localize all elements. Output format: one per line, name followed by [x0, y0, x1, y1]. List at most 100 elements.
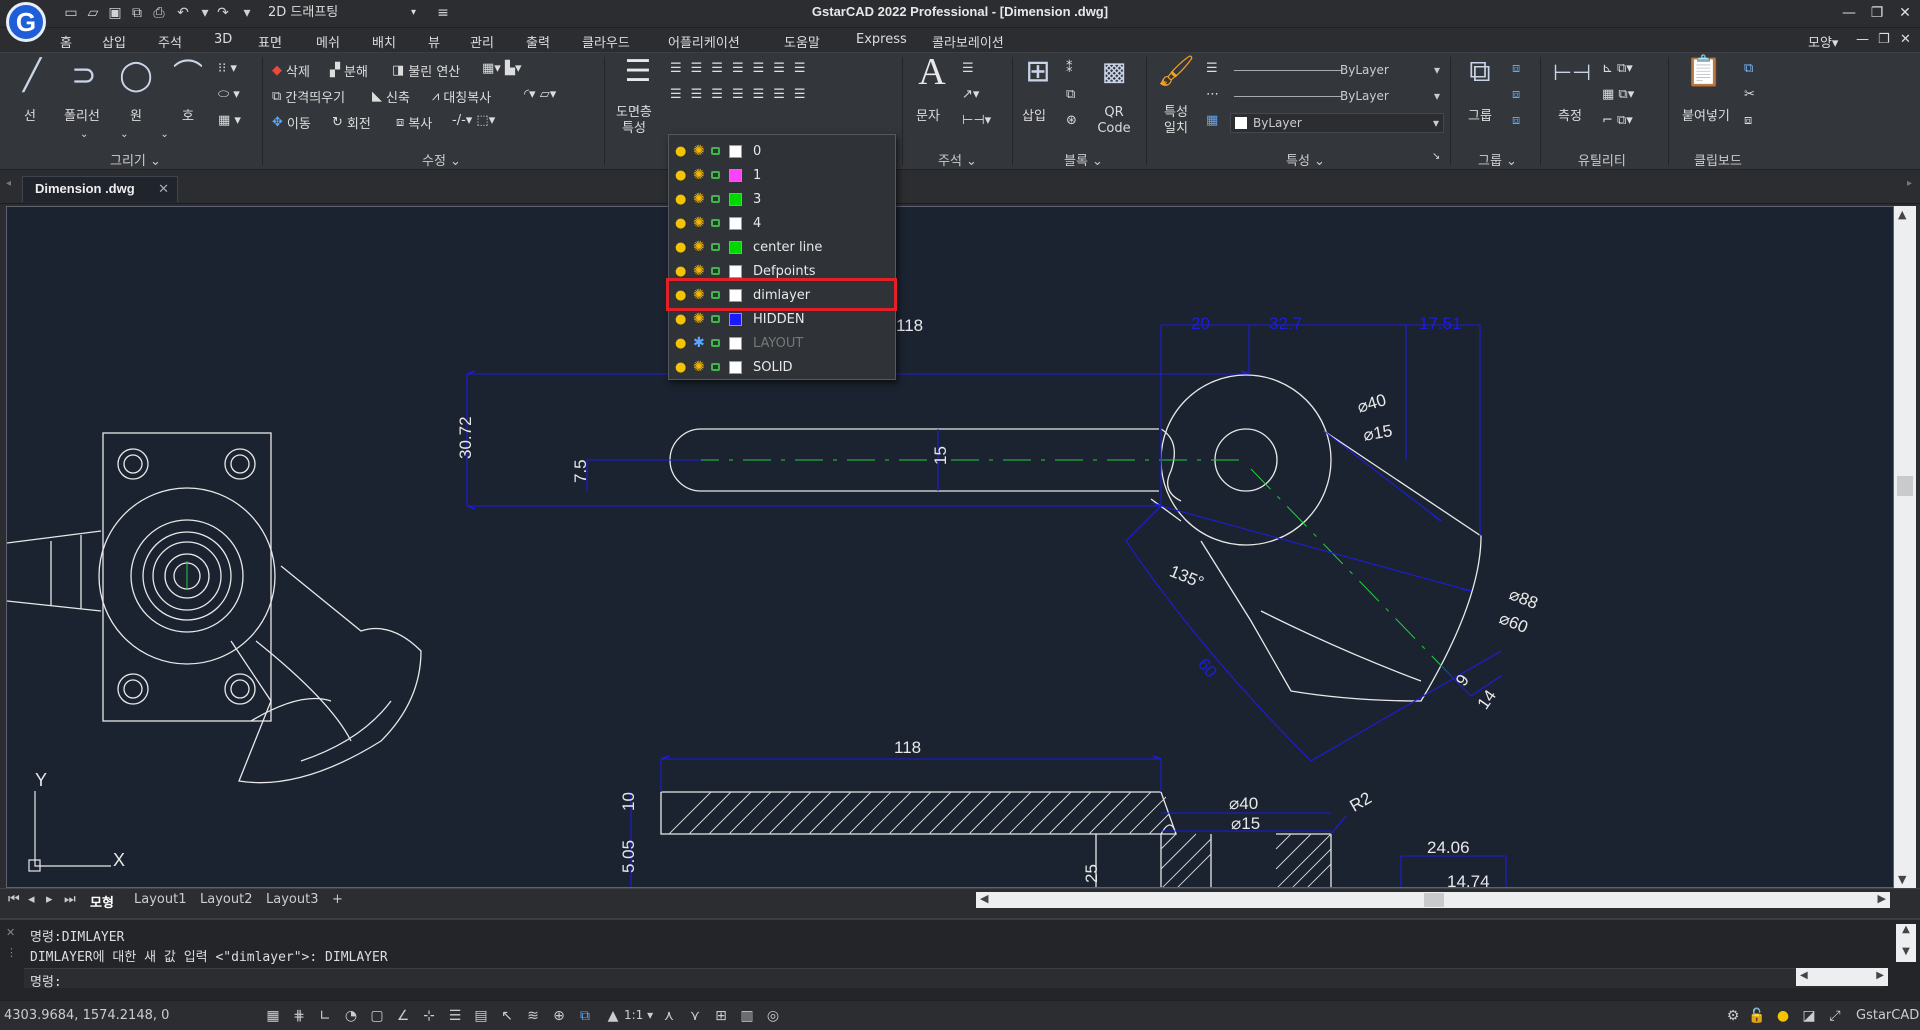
menu-layout[interactable]: 배치 [372, 32, 396, 51]
command-hscroll[interactable]: ◀ ▶ [1796, 968, 1888, 986]
tab-scroll-left-icon[interactable]: ◂ [6, 178, 11, 189]
sun-icon[interactable]: ✺ [693, 287, 705, 303]
qr-code-button[interactable]: QR Code [1094, 105, 1134, 137]
lock-icon[interactable] [711, 171, 720, 179]
menu-view[interactable]: 뷰 [428, 32, 440, 51]
undo-icon[interactable]: ↶ [174, 5, 192, 21]
insert-block-icon[interactable]: ⊞ [1018, 55, 1058, 89]
layer-row[interactable]: ● ✺ center line [669, 235, 895, 259]
layer-color-swatch[interactable] [729, 168, 742, 182]
lock-icon[interactable] [711, 291, 720, 299]
measure-tool-label[interactable]: 측정 [1558, 105, 1582, 124]
sun-icon[interactable]: ✺ [693, 263, 705, 279]
scroll-left-icon[interactable]: ◀ [1800, 970, 1808, 981]
layer-row[interactable]: ● ✺ SOLID [669, 355, 895, 379]
command-settings-icon[interactable]: ⋮ [6, 946, 17, 959]
bulb-icon[interactable]: ● [675, 336, 686, 351]
selection-cycling-icon[interactable]: ↖ [498, 1007, 516, 1025]
minimize-button[interactable]: — [1836, 2, 1862, 24]
lock-ui-icon[interactable]: 🔓 [1748, 1007, 1766, 1025]
lock-icon[interactable] [711, 363, 720, 371]
modify-panel-title[interactable]: 수정 ⌄ [422, 150, 461, 169]
sun-icon[interactable]: ✺ [693, 311, 705, 327]
sun-icon[interactable]: ✺ [693, 359, 705, 375]
tab-layout2[interactable]: Layout2 [200, 892, 252, 907]
menu-insert[interactable]: 삽입 [102, 32, 126, 51]
layer-properties-icon[interactable]: ☰ [614, 55, 662, 89]
leader-icon[interactable]: ↗▾ [962, 87, 979, 102]
lock-icon[interactable] [711, 243, 720, 251]
scroll-thumb[interactable] [1424, 893, 1444, 907]
lock-icon[interactable] [711, 315, 720, 323]
first-layout-icon[interactable]: ⏮ [8, 892, 20, 907]
layer-tools-row-1[interactable]: ☰☰☰☰☰☰☰ [670, 61, 815, 76]
close-button[interactable]: ✕ [1892, 2, 1918, 24]
layer-row[interactable]: ● ✺ Defpoints [669, 259, 895, 283]
bulb-icon[interactable]: ● [675, 312, 686, 327]
arc-icon[interactable]: ⌒ [168, 59, 208, 93]
open-file-icon[interactable]: ▱ [84, 5, 102, 21]
group-select-icon[interactable]: ⧈ [1512, 113, 1520, 128]
hatch-icon[interactable]: ⁝⁝ ▾ [218, 61, 237, 76]
snap-mode-icon[interactable]: ⋕ [290, 1007, 308, 1025]
sun-icon[interactable]: ✺ [693, 143, 705, 159]
layers-icon[interactable]: ≋ [524, 1007, 542, 1025]
menu-help[interactable]: 도움말 [784, 32, 820, 51]
move-button[interactable]: ✥ 이동 [272, 113, 311, 132]
layer-color-swatch[interactable] [729, 192, 742, 206]
annotation-scale-icon[interactable]: ▲ [604, 1007, 622, 1025]
restore-button[interactable]: ❐ [1864, 2, 1890, 24]
bulb-icon[interactable]: ● [675, 216, 686, 231]
next-layout-icon[interactable]: ▸ [46, 892, 53, 907]
doc-close-icon[interactable]: ✕ [1900, 32, 1911, 47]
text-tool-label[interactable]: 문자 [916, 105, 940, 124]
dimension-icon[interactable]: ⊢⊣▾ [962, 113, 991, 128]
lineweight-select[interactable]: ByLayer ▾ [1230, 61, 1444, 81]
zoom-icon[interactable]: ⊕ [550, 1007, 568, 1025]
snowflake-icon[interactable]: ✱ [693, 335, 705, 351]
isolate-icon[interactable]: ⊞ [712, 1007, 730, 1025]
scroll-left-icon[interactable]: ◀ [980, 892, 988, 905]
layer-color-swatch[interactable] [729, 144, 742, 158]
calculator-icon[interactable]: ▦ ⧉▾ [1602, 87, 1634, 102]
ucs-icon[interactable]: ⌐ ⧉▾ [1602, 113, 1633, 128]
transparency-icon[interactable]: ▤ [472, 1007, 490, 1025]
annotation-visibility-icon[interactable]: ⋏ [660, 1007, 678, 1025]
layer-color-swatch[interactable] [729, 360, 742, 374]
tab-scroll-right-icon[interactable]: ▸ [1907, 178, 1912, 189]
save-as-icon[interactable]: ⧉ [128, 5, 146, 21]
ellipse-icon[interactable]: ⬭ ▾ [218, 87, 240, 102]
draw-expand-icons[interactable]: ⌄ ⌄ ⌄ [80, 129, 169, 140]
scroll-right-icon[interactable]: ▶ [1876, 970, 1884, 981]
color-select[interactable]: ByLayer ▾ [1230, 113, 1444, 133]
menu-output[interactable]: 출력 [526, 32, 550, 51]
rectangle-icon[interactable]: ▦ ▾ [218, 113, 241, 128]
draw-panel-title[interactable]: 그리기 ⌄ [110, 150, 161, 169]
sun-icon[interactable]: ✺ [693, 191, 705, 207]
bulb-icon[interactable]: ● [675, 288, 686, 303]
menu-cloud[interactable]: 클라우드 [582, 32, 630, 51]
layer-properties-button[interactable]: 도면층 특성 [616, 105, 652, 137]
tab-model[interactable]: 모형 [90, 892, 114, 911]
layer-row[interactable]: ● ✺ 0 [669, 139, 895, 163]
scroll-down-icon[interactable]: ▼ [1898, 873, 1906, 886]
layer-row[interactable]: ● ✺ 3 [669, 187, 895, 211]
linetype-select[interactable]: ByLayer ▾ [1230, 87, 1444, 107]
grid-display-icon[interactable]: ▦ [264, 1007, 282, 1025]
insert-block-label[interactable]: 삽입 [1022, 105, 1046, 124]
workspace-select[interactable]: 2D 드래프팅 ▾ [268, 3, 420, 23]
notification-icon[interactable]: ◪ [1800, 1007, 1818, 1025]
lock-icon[interactable] [711, 195, 720, 203]
explode-button[interactable]: ▞ 분해 [330, 61, 368, 80]
print-icon[interactable]: ⎙ [150, 5, 168, 21]
ortho-icon[interactable]: ∟ [316, 1007, 334, 1025]
coordinates-readout[interactable]: 4303.9684, 1574.2148, 0 [4, 1008, 169, 1023]
layer-color-swatch[interactable] [729, 336, 742, 350]
utility-panel-title[interactable]: 유틸리티 [1578, 150, 1626, 169]
layer-row[interactable]: ● ✺ HIDDEN [669, 307, 895, 331]
doc-minimize-icon[interactable]: — [1856, 32, 1869, 47]
object-snap-icon[interactable]: ▢ [368, 1007, 386, 1025]
layer-color-swatch[interactable] [729, 264, 742, 278]
annotation-panel-title[interactable]: 주석 ⌄ [938, 150, 977, 169]
sun-icon[interactable]: ✺ [693, 215, 705, 231]
